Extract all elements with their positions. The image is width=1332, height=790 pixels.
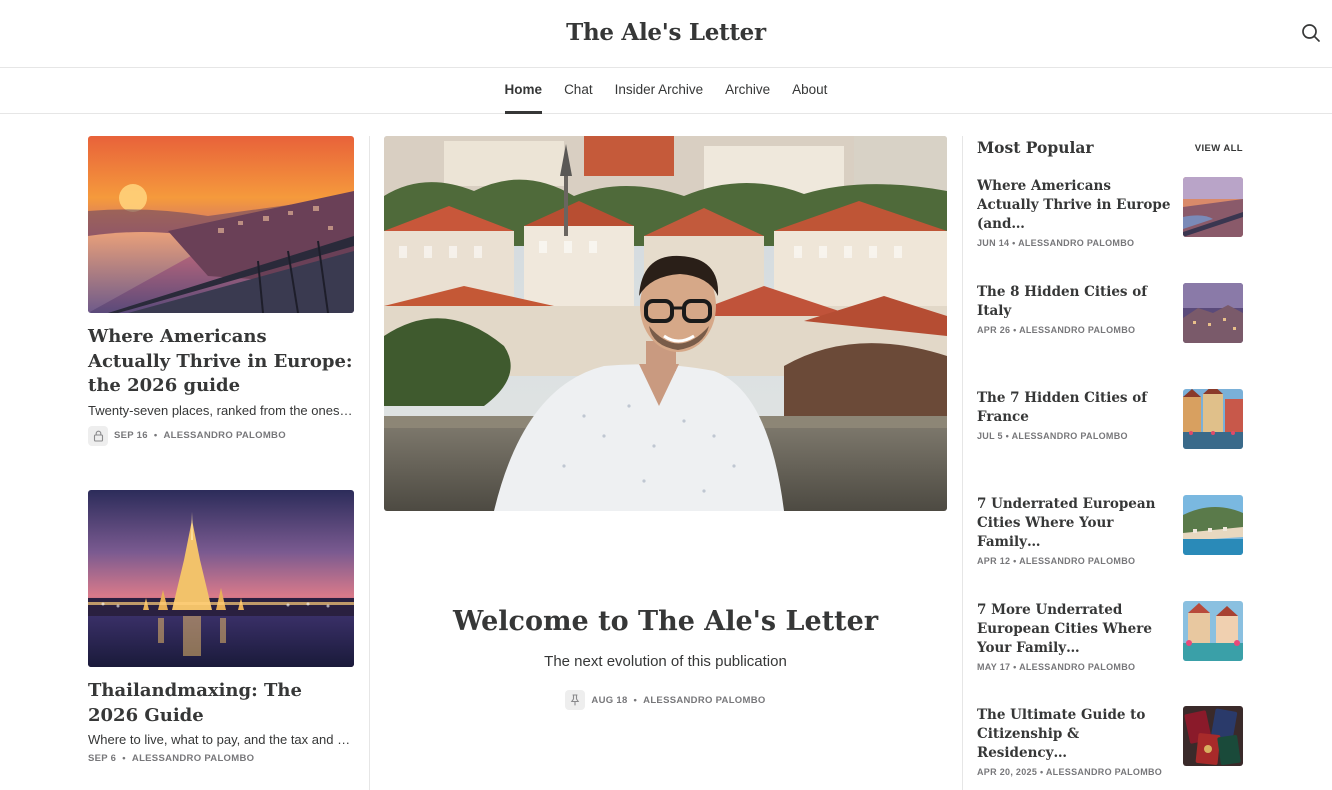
popular-item-title[interactable]: 7 Underrated European Cities Where Your … [977,495,1173,552]
meta-separator: • [1039,767,1044,777]
hero-subtitle: The next evolution of this publication [544,653,787,670]
popular-item-date: MAY 17 [977,662,1011,672]
hero-image-author-prague[interactable] [384,136,947,511]
popular-item[interactable]: The Ultimate Guide to Citizenship & Resi… [977,706,1243,777]
popular-thumbnail-france[interactable] [1183,389,1243,449]
popular-item-date: JUN 14 [977,238,1010,248]
popular-thumbnail-italy[interactable] [1183,283,1243,343]
popular-thumbnail-coast[interactable] [1183,495,1243,555]
meta-separator: • [1012,238,1016,248]
post-author[interactable]: ALESSANDRO PALOMBO [164,430,286,441]
popular-item-author[interactable]: ALESSANDRO PALOMBO [1018,238,1134,248]
popular-item-title[interactable]: 7 More Underrated European Cities Where … [977,601,1173,658]
site-header: The Ale's Letter [0,0,1332,68]
post-subtitle: Where to live, what to pay, and the tax … [88,732,354,747]
nav-archive[interactable]: Archive [725,68,770,113]
nav-home[interactable]: Home [504,68,542,114]
most-popular-title: Most Popular [977,138,1094,157]
popular-item-title[interactable]: The Ultimate Guide to Citizenship & Resi… [977,706,1173,763]
site-title[interactable]: The Ale's Letter [0,19,1332,46]
lock-icon [88,425,108,446]
popular-thumbnail-canal-town[interactable] [1183,601,1243,661]
popular-item-meta: JUN 14 • ALESSANDRO PALOMBO [977,238,1173,248]
column-divider [962,136,963,790]
meta-separator: • [1013,662,1017,672]
popular-item-meta: JUL 5 • ALESSANDRO PALOMBO [977,431,1173,441]
popular-item-author[interactable]: ALESSANDRO PALOMBO [1019,556,1135,566]
popular-item-author[interactable]: ALESSANDRO PALOMBO [1019,325,1135,335]
popular-thumbnail-porto[interactable] [1183,177,1243,237]
meta-separator: • [1005,431,1010,441]
meta-separator: • [633,694,638,706]
post-card[interactable]: Thailandmaxing: The 2026 Guide Where to … [88,490,354,764]
popular-item[interactable]: The 7 Hidden Cities of France JUL 5 • AL… [977,389,1243,451]
post-date: SEP 6 [88,753,117,764]
most-popular-header: Most Popular VIEW ALL [977,138,1243,158]
nav-about[interactable]: About [792,68,827,113]
popular-item-title[interactable]: Where Americans Actually Thrive in Europ… [977,177,1173,234]
post-meta: SEP 16 • ALESSANDRO PALOMBO [88,425,354,446]
popular-item-date: APR 12 [977,556,1011,566]
post-title[interactable]: Where Americans Actually Thrive in Europ… [88,325,354,399]
post-thumbnail-bangkok-temple[interactable] [88,490,354,667]
popular-item-title[interactable]: The 8 Hidden Cities of Italy [977,283,1173,321]
search-icon[interactable] [1300,22,1322,44]
pin-icon [565,690,586,710]
popular-item-author[interactable]: ALESSANDRO PALOMBO [1046,767,1162,777]
popular-item-meta: APR 12 • ALESSANDRO PALOMBO [977,556,1173,566]
column-divider [369,136,370,790]
view-all-link[interactable]: VIEW ALL [1195,143,1243,154]
popular-item[interactable]: 7 Underrated European Cities Where Your … [977,495,1243,566]
popular-item-meta: APR 26 • ALESSANDRO PALOMBO [977,325,1173,335]
hero-author[interactable]: ALESSANDRO PALOMBO [643,695,765,706]
popular-item-date: JUL 5 [977,431,1003,441]
nav-insider-archive[interactable]: Insider Archive [615,68,704,113]
post-date: SEP 16 [114,430,148,441]
popular-item-author[interactable]: ALESSANDRO PALOMBO [1019,662,1135,672]
popular-item-date: APR 26 [977,325,1011,335]
post-author[interactable]: ALESSANDRO PALOMBO [132,753,254,764]
meta-separator: • [122,753,126,764]
meta-separator: • [153,430,158,441]
popular-item-meta: APR 20, 2025 • ALESSANDRO PALOMBO [977,767,1173,777]
hero-date: AUG 18 [591,694,628,706]
meta-separator: • [1013,556,1017,566]
nav-chat[interactable]: Chat [564,68,593,113]
popular-thumbnail-passports[interactable] [1183,706,1243,766]
hero-meta: AUG 18 • ALESSANDRO PALOMBO [384,690,947,710]
post-card[interactable]: Where Americans Actually Thrive in Europ… [88,136,354,446]
popular-item[interactable]: 7 More Underrated European Cities Where … [977,601,1243,672]
popular-item-date: APR 20, 2025 [977,767,1038,777]
popular-item[interactable]: Where Americans Actually Thrive in Europ… [977,177,1243,248]
post-title[interactable]: Thailandmaxing: The 2026 Guide [88,679,354,728]
post-subtitle: Twenty-seven places, ranked from the one… [88,402,354,418]
popular-item-title[interactable]: The 7 Hidden Cities of France [977,389,1173,427]
meta-separator: • [1013,325,1017,335]
post-thumbnail-porto-sunset[interactable] [88,136,354,313]
popular-item-meta: MAY 17 • ALESSANDRO PALOMBO [977,662,1173,672]
popular-item[interactable]: The 8 Hidden Cities of Italy APR 26 • AL… [977,283,1243,345]
main-nav: Home Chat Insider Archive Archive About [0,68,1332,114]
post-meta: SEP 6 • ALESSANDRO PALOMBO [88,753,354,764]
popular-item-author[interactable]: ALESSANDRO PALOMBO [1012,431,1128,441]
hero-title[interactable]: Welcome to The Ale's Letter [384,606,947,637]
